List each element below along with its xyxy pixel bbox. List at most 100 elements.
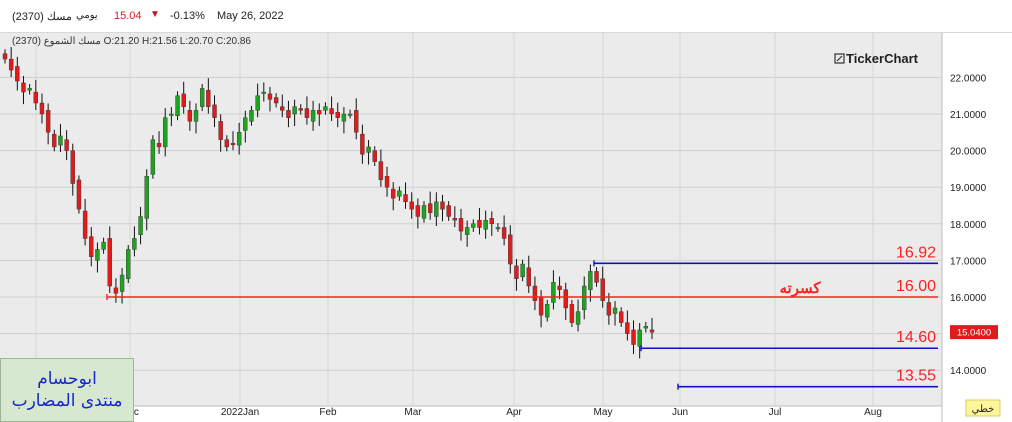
bearish-candle [286,110,291,118]
level-label: 13.55 [896,368,936,385]
bullish-candle [582,285,587,311]
bearish-candle [427,203,433,214]
bullish-candle [126,249,131,279]
bearish-candle [52,133,57,148]
down-arrow-icon: ▼ [150,9,160,20]
x-tick-label: 2022Jan [221,407,259,418]
bearish-candle [2,53,8,60]
bearish-candle [8,58,14,71]
tickerchart-logo: TickerChart [834,51,919,66]
bullish-candle [27,88,32,91]
y-tick-label: 18.0000 [950,220,987,231]
watermark-line-1: ابوحسام [37,369,97,389]
level-note: كسرته [779,280,821,297]
x-tick-label: Jun [672,407,688,418]
scale-type-label: خطي [972,404,995,415]
bearish-candle [477,219,482,228]
bearish-candle [224,139,230,148]
bullish-candle [545,304,550,318]
candlestick-chart[interactable]: 14.000015.000016.000017.000018.000019.00… [0,33,1012,422]
bullish-candle [471,223,476,228]
bearish-candle [532,285,538,301]
watermark: ابوحسام منتدى المضارب [0,358,134,422]
bearish-candle [618,311,624,323]
bullish-candle [150,139,156,175]
bullish-candle [575,311,581,325]
period-label[interactable]: يومي [76,10,98,21]
axis-footer-tag[interactable]: خطي [965,399,1001,417]
quote-date: May 26, 2022 [217,10,284,22]
last-price: 15.04 [114,10,142,22]
bearish-candle [218,121,223,140]
bullish-candle [366,146,371,153]
bullish-candle [551,282,556,303]
symbol-label[interactable]: مسك (2370) [12,10,72,23]
bearish-candle [594,271,599,283]
bearish-candle [360,133,365,155]
bearish-candle [15,66,20,82]
y-tick-label: 16.0000 [950,293,987,304]
bullish-candle [193,110,199,122]
bearish-candle [378,161,384,181]
y-tick-label: 19.0000 [950,183,987,194]
ohlc-readout: مسك الشموع (2370) O:21.20 H:21.56 L:20.7… [12,36,251,47]
x-axis-panel [0,406,942,422]
level-label: 14.60 [896,329,936,346]
y-tick-label: 21.0000 [950,110,987,121]
bullish-candle [119,274,125,292]
bullish-candle [421,205,427,219]
bearish-candle [403,194,408,203]
bearish-candle [569,304,575,323]
bullish-candle [101,241,106,250]
bearish-candle [187,110,193,122]
bearish-candle [21,82,26,93]
y-tick-label: 14.0000 [950,366,987,377]
bullish-candle [483,219,488,230]
bullish-candle [347,113,353,116]
x-tick-label: Aug [864,407,882,418]
bearish-candle [156,143,162,148]
bearish-candle [82,210,88,239]
bearish-candle [181,93,186,107]
bullish-candle [292,106,297,115]
bearish-candle [538,296,544,316]
bearish-candle [452,218,458,221]
bearish-candle [39,102,45,115]
bearish-candle [230,143,236,145]
price-change: -0.13% [170,10,205,22]
bullish-candle [434,201,439,217]
bearish-candle [70,150,75,184]
bearish-candle [113,287,119,294]
bearish-candle [489,218,494,224]
bearish-candle [45,110,51,133]
bearish-candle [372,150,377,162]
bearish-candle [89,236,94,257]
bearish-candle [606,302,612,316]
bearish-candle [501,227,507,239]
bullish-candle [637,329,642,347]
bearish-candle [508,234,513,265]
bullish-candle [495,227,501,230]
bearish-candle [33,91,39,104]
bearish-candle [514,265,519,279]
bullish-candle [323,106,328,111]
bullish-candle [163,117,168,148]
quote-header: مسك (2370) يومي 15.04 ▼ -0.13% May 26, 2… [0,0,1012,33]
bearish-candle [354,110,359,133]
bullish-candle [612,307,618,314]
y-tick-label: 20.0000 [950,147,987,158]
bullish-candle [132,238,137,250]
bearish-candle [625,322,630,334]
bearish-candle [415,205,421,217]
x-tick-label: Mar [404,407,422,418]
current-price-tag: 15.0400 [950,325,998,340]
bearish-candle [440,201,445,210]
x-tick-label: May [594,407,613,418]
x-tick-label: Jul [769,407,782,418]
bearish-candle [76,179,82,210]
bullish-candle [341,113,347,122]
bullish-candle [236,132,242,146]
bullish-candle [261,91,266,94]
bearish-candle [212,104,217,118]
y-tick-label: 17.0000 [950,256,987,267]
